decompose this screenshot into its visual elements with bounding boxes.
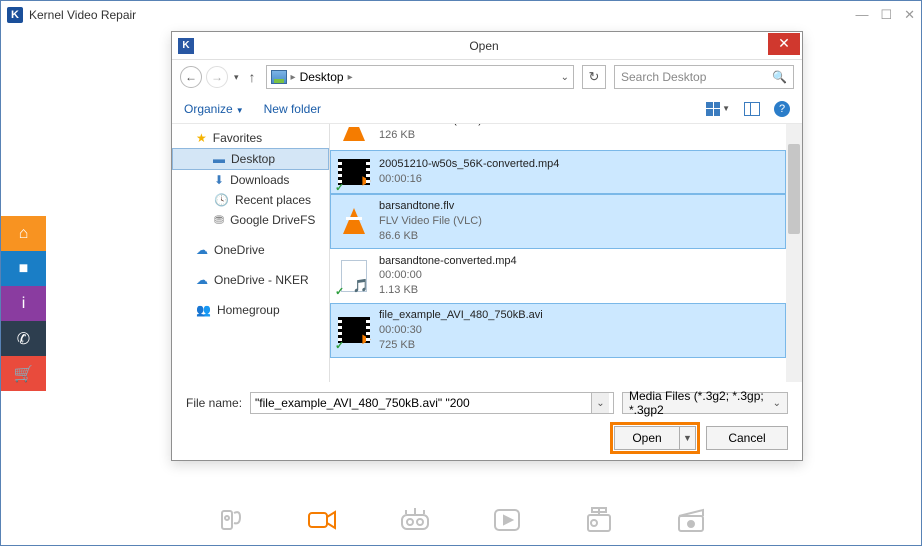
dialog-icon: K [178,38,194,54]
file-meta: file_example_AVI_480_750kB.avi00:00:3072… [379,308,543,353]
selfie-icon[interactable] [213,505,249,535]
breadcrumb-dropdown[interactable]: ⌄ [561,72,569,83]
nav-homegroup[interactable]: 👥Homegroup [172,300,329,320]
preview-pane-button[interactable] [744,102,760,116]
file-row[interactable]: FLV Video File (VLC)126 KB [330,124,786,150]
nav-desktop[interactable]: ▬Desktop [172,148,329,170]
open-dropdown[interactable]: ▼ [679,427,695,449]
open-button[interactable]: Open ▼ [614,426,696,450]
filename-label: File name: [186,396,242,410]
breadcrumb-location[interactable]: Desktop [300,70,344,84]
help-button[interactable]: ? [774,101,790,117]
cart-icon[interactable]: 🛒 [1,356,46,391]
nav-history-dropdown[interactable]: ▾ [234,72,239,83]
action-cam-icon[interactable] [581,505,617,535]
close-button[interactable]: ✕ [904,7,915,23]
dialog-titlebar: K Open ✕ [172,32,802,60]
nav-recent[interactable]: 🕓Recent places [172,190,329,210]
file-thumbnail [337,124,371,145]
nav-gdrive[interactable]: ⛃Google DriveFS [172,210,329,230]
nav-back-button[interactable]: ← [180,66,202,88]
app-icon: K [7,7,23,23]
filename-dropdown[interactable]: ⌄ [591,393,609,413]
left-sidebar: ⌂ ■ i ✆ 🛒 [1,216,46,391]
new-folder-button[interactable]: New folder [264,102,321,116]
info-icon[interactable]: i [1,286,46,321]
folder-tree: ★Favorites ▬Desktop ⬇Downloads 🕓Recent p… [172,124,330,382]
search-input[interactable]: Search Desktop 🔍 [614,65,794,89]
open-dialog: K Open ✕ ← → ▾ ↑ ▸ Desktop ▸ ⌄ ↻ Search … [171,31,803,461]
nav-downloads[interactable]: ⬇Downloads [172,170,329,190]
file-thumbnail: ✓ [337,313,371,347]
file-meta: 20051210-w50s_56K-converted.mp400:00:16 [379,157,559,187]
nav-onedrive[interactable]: ☁OneDrive [172,240,329,260]
breadcrumb[interactable]: ▸ Desktop ▸ ⌄ [266,65,574,89]
bottom-toolbar [1,505,921,535]
file-meta: barsandtone.flvFLV Video File (VLC)86.6 … [379,199,482,244]
refresh-button[interactable]: ↻ [582,65,606,89]
file-row[interactable]: ✓file_example_AVI_480_750kB.avi00:00:307… [330,303,786,358]
camera-icon[interactable]: ■ [1,251,46,286]
nav-forward-button[interactable]: → [206,66,228,88]
file-row[interactable]: ✓ 20051210-w50s_56K-converted.mp400:00:16 [330,150,786,194]
file-filter-select[interactable]: Media Files (*.3g2; *.3gp; *.3gp2 ⌄ [622,392,788,414]
nav-favorites[interactable]: ★Favorites [172,128,329,148]
video-camera-icon[interactable] [305,505,341,535]
scrollbar[interactable] [786,124,802,382]
minimize-button[interactable]: — [855,7,868,23]
nav-up-button[interactable]: ↑ [249,69,256,85]
file-thumbnail [337,204,371,238]
nav-onedrive-nker[interactable]: ☁OneDrive - NKER [172,270,329,290]
file-meta: barsandtone-converted.mp400:00:001.13 KB [379,254,517,299]
clapper-icon[interactable] [673,505,709,535]
file-list: FLV Video File (VLC)126 KB ✓ 20051210-w50s… [330,124,802,382]
filename-input[interactable]: "file_example_AVI_480_750kB.avi" "200 ⌄ [250,392,614,414]
file-thumbnail: ✓ [337,155,371,189]
file-row[interactable]: barsandtone.flvFLV Video File (VLC)86.6 … [330,194,786,249]
file-meta: FLV Video File (VLC)126 KB [379,124,482,143]
vr-icon[interactable] [397,505,433,535]
file-thumbnail: ✓ [337,259,371,293]
home-icon[interactable]: ⌂ [1,216,46,251]
app-titlebar: K Kernel Video Repair — ☐ ✕ [1,1,921,29]
play-icon[interactable] [489,505,525,535]
search-icon: 🔍 [772,70,787,84]
maximize-button[interactable]: ☐ [880,7,892,23]
dialog-title: Open [200,39,768,53]
dialog-close-button[interactable]: ✕ [768,33,800,55]
file-row[interactable]: ✓barsandtone-converted.mp400:00:001.13 K… [330,249,786,304]
cancel-button[interactable]: Cancel [706,426,788,450]
nav-toolbar: ← → ▾ ↑ ▸ Desktop ▸ ⌄ ↻ Search Desktop 🔍 [172,60,802,94]
organize-menu[interactable]: Organize▼ [184,102,244,116]
search-placeholder: Search Desktop [621,70,706,84]
organize-toolbar: Organize▼ New folder ▼ ? [172,94,802,124]
phone-icon[interactable]: ✆ [1,321,46,356]
view-mode-button[interactable]: ▼ [706,102,730,116]
app-title: Kernel Video Repair [29,8,136,22]
desktop-icon [271,70,287,84]
